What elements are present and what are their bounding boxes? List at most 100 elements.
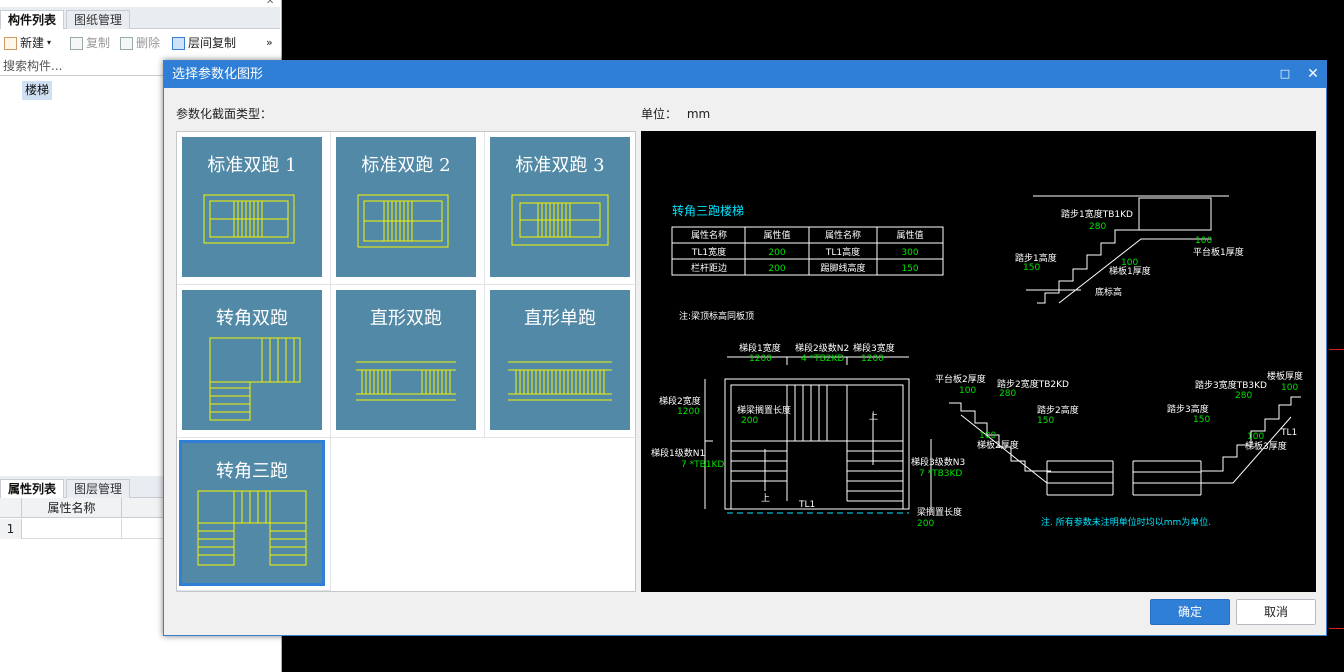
- tab-component-list[interactable]: 构件列表: [0, 10, 65, 29]
- shape-gallery: 标准双跑 1 标准双跑 2 标准双跑 3 转角双跑 直形双跑 直形单跑 转角三跑: [176, 131, 639, 592]
- table-header: 属性值: [763, 229, 790, 241]
- thumb: 标准双跑 2: [336, 137, 476, 277]
- chevron-down-icon: ▾: [47, 38, 52, 47]
- cad-label: 踏步1宽度TB1KD: [1061, 208, 1133, 220]
- cad-value: 100: [1281, 383, 1298, 393]
- copy-icon: [70, 36, 83, 50]
- cad-label: 梯段1级数N1: [651, 447, 705, 459]
- cad-label: 梯段3宽度: [853, 342, 895, 354]
- preview-title: 转角三跑楼梯: [672, 203, 744, 218]
- cad-line-mark: [1329, 349, 1344, 350]
- table-header: 属性值: [896, 229, 923, 241]
- shape-tile-standard-double-2[interactable]: 标准双跑 2: [331, 132, 485, 285]
- more-button[interactable]: »: [266, 34, 273, 52]
- cad-label: 上: [761, 493, 770, 504]
- cad-label: 梯板2厚度: [977, 439, 1019, 451]
- grid-cell[interactable]: [22, 519, 122, 539]
- cad-value: 1200: [749, 354, 772, 364]
- floor-copy-icon: [172, 36, 185, 50]
- shape-tile-standard-double-1[interactable]: 标准双跑 1: [177, 132, 331, 285]
- cad-line-mark: [1329, 628, 1344, 629]
- delete-button[interactable]: 删除: [120, 34, 160, 52]
- shape-tile-straight-single[interactable]: 直形单跑: [485, 285, 639, 438]
- cad-label: 平台板1厚度: [1193, 246, 1244, 258]
- cad-label: 梯段1宽度: [739, 342, 781, 354]
- cad-value: 4 *TB2KD: [801, 354, 844, 364]
- cad-value: 100: [979, 431, 996, 441]
- table-cell: TL1宽度: [691, 246, 726, 258]
- stair-thumbnail-icon: [197, 490, 307, 566]
- ok-button[interactable]: 确定: [1150, 599, 1230, 625]
- shape-tile-corner-double[interactable]: 转角双跑: [177, 285, 331, 438]
- row-number: 1: [0, 519, 22, 539]
- cad-label: 梯段3级数N3: [911, 456, 965, 468]
- delete-icon: [120, 36, 133, 50]
- maximize-icon[interactable]: □: [1277, 66, 1293, 82]
- tree-item-stair[interactable]: 楼梯: [22, 81, 53, 100]
- table-cell: 200: [768, 248, 785, 258]
- cad-label: 踏步3宽度TB3KD: [1195, 379, 1267, 391]
- panel-close-icon[interactable]: ✕: [266, 0, 274, 7]
- shape-tile-standard-double-3[interactable]: 标准双跑 3: [485, 132, 639, 285]
- component-toolbar: 新建 ▾ 复制 删除 层间复制 »: [0, 32, 280, 54]
- thumb: 标准双跑 3: [490, 137, 630, 277]
- copy-button[interactable]: 复制: [70, 34, 110, 52]
- tab-drawing-manage[interactable]: 图纸管理: [66, 10, 131, 29]
- table-cell: 踢脚线高度: [820, 262, 865, 274]
- cad-label: 楼板厚度: [1267, 370, 1303, 382]
- cad-label: TL1: [798, 500, 815, 510]
- stair-thumbnail-icon: [209, 337, 301, 421]
- cad-label: 上: [869, 411, 878, 422]
- dialog-title: 选择参数化图形: [172, 67, 264, 82]
- unit-value: mm: [686, 107, 711, 121]
- cad-value: 280: [999, 389, 1016, 399]
- new-button[interactable]: 新建 ▾: [4, 34, 51, 52]
- cad-value: 7 *TB3KD: [919, 469, 962, 479]
- select-parametric-dialog: 选择参数化图形 □ ✕ 参数化截面类型： 单位： mm 标准双跑 1 标准双跑 …: [163, 60, 1327, 636]
- table-header: 属性名称: [825, 229, 861, 241]
- grid-col-name[interactable]: 属性名称: [22, 498, 122, 518]
- stair-thumbnail-icon: [508, 361, 612, 401]
- table-header: 属性名称: [691, 229, 727, 241]
- table-cell: 200: [768, 264, 785, 274]
- thumb: 标准双跑 1: [182, 137, 322, 277]
- thumb: 直形单跑: [490, 290, 630, 430]
- cad-label: 踏步3高度: [1167, 403, 1209, 415]
- cad-label: 平台板2厚度: [935, 373, 986, 385]
- cad-label: 梯板1厚度: [1109, 265, 1151, 277]
- cad-label: 梯段2级数N2: [795, 342, 849, 354]
- cad-value: 280: [1089, 222, 1106, 232]
- table-cell: 150: [901, 264, 918, 274]
- grid-corner: [0, 498, 22, 518]
- cancel-button[interactable]: 取消: [1236, 599, 1316, 625]
- table-cell: 栏杆距边: [691, 262, 727, 274]
- stair-thumbnail-icon: [511, 194, 609, 246]
- note-beam: 注:梁顶标高同板顶: [679, 310, 754, 322]
- tab-layer-manage[interactable]: 图层管理: [66, 479, 131, 498]
- cad-label: 梁搁置长度: [917, 506, 962, 518]
- shape-tile-straight-double[interactable]: 直形双跑: [331, 285, 485, 438]
- dialog-titlebar[interactable]: 选择参数化图形 □ ✕: [164, 61, 1326, 88]
- stair-drawing: 转角三跑楼梯 属性名称 属性值 属性名称 属性值 TL1宽度 200 TL1高度…: [651, 195, 1303, 529]
- close-icon[interactable]: ✕: [1305, 66, 1321, 82]
- cad-preview: 转角三跑楼梯 属性名称 属性值 属性名称 属性值 TL1宽度 200 TL1高度…: [641, 131, 1316, 592]
- cad-value: 100: [1195, 236, 1212, 246]
- cad-value: 100: [959, 386, 976, 396]
- stair-thumbnail-icon: [356, 361, 456, 401]
- top-tabbar: 构件列表 图纸管理: [0, 7, 280, 29]
- thumb: 直形双跑: [336, 290, 476, 430]
- thumb: 转角三跑: [179, 440, 325, 586]
- cad-value: 150: [1037, 416, 1054, 426]
- cad-label: 梯梁搁置长度: [737, 404, 791, 416]
- cad-label: 梯段2宽度: [659, 395, 701, 407]
- shape-tile-corner-triple[interactable]: 转角三跑: [177, 438, 331, 591]
- note-units: 注. 所有参数未注明单位时均以mm为单位.: [1041, 516, 1211, 528]
- floor-copy-button[interactable]: 层间复制: [172, 34, 236, 52]
- thumb: 转角双跑: [182, 290, 322, 430]
- cad-value: 200: [917, 519, 934, 529]
- cad-label: 踏步2高度: [1037, 404, 1079, 416]
- section-type-label: 参数化截面类型：: [176, 107, 273, 121]
- stair-thumbnail-icon: [357, 194, 449, 248]
- tab-property-list[interactable]: 属性列表: [0, 479, 65, 498]
- cad-label: TL1: [1280, 428, 1297, 438]
